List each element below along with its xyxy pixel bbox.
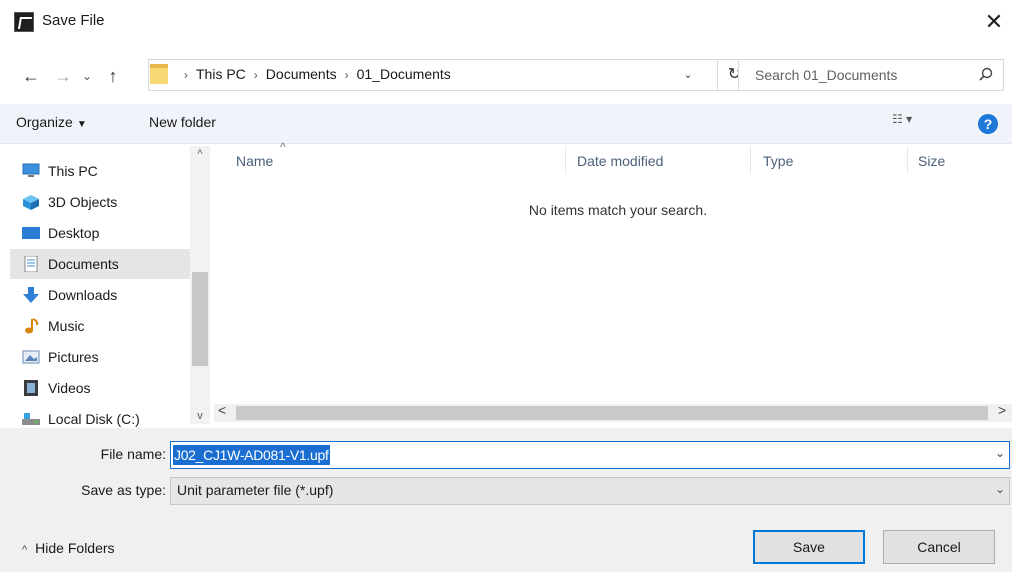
file-name-field[interactable]: J02_CJ1W-AD081-V1.upf ⌄ <box>170 441 1010 469</box>
file-name-label: File name: <box>100 446 166 462</box>
scroll-left-icon[interactable]: < <box>218 402 226 418</box>
sidebar-item-documents[interactable]: Documents <box>10 249 202 279</box>
cancel-button[interactable]: Cancel <box>883 530 995 564</box>
computer-icon <box>22 163 40 177</box>
desktop-icon <box>22 227 40 239</box>
view-options-button[interactable]: ☷ ▾ <box>892 112 936 136</box>
column-divider[interactable] <box>565 146 566 174</box>
sidebar-item-downloads[interactable]: Downloads <box>16 280 196 310</box>
breadcrumb-separator: › <box>184 68 188 82</box>
close-button[interactable]: ✕ <box>980 8 1008 36</box>
hide-folders-button[interactable]: ^ Hide Folders <box>22 540 115 556</box>
column-header-date-modified[interactable]: Date modified <box>577 153 663 169</box>
save-as-type-label: Save as type: <box>81 482 166 498</box>
hide-folders-label: Hide Folders <box>35 540 115 556</box>
sidebar-item-label: This PC <box>48 163 98 179</box>
chevron-down-icon: ▼ <box>76 119 87 130</box>
sidebar-item-label: Music <box>48 318 85 334</box>
new-folder-button[interactable]: New folder <box>149 114 216 130</box>
title-bar <box>0 0 1012 46</box>
navigation-pane: This PC 3D Objects Desktop Documents Dow… <box>0 146 212 427</box>
forward-button[interactable]: → <box>50 61 76 91</box>
sidebar-item-music[interactable]: Music <box>16 311 196 341</box>
sidebar-item-label: Downloads <box>48 287 118 303</box>
breadcrumb-separator[interactable]: › <box>345 68 349 82</box>
chevron-down-icon[interactable]: ⌄ <box>995 446 1005 460</box>
sidebar-item-label: Videos <box>48 380 91 396</box>
film-icon <box>24 380 38 396</box>
breadcrumb-separator[interactable]: › <box>254 68 258 82</box>
save-button[interactable]: Save <box>753 530 865 564</box>
column-header-name[interactable]: Name <box>236 153 273 169</box>
search-box <box>738 59 1004 91</box>
sidebar-item-label: Pictures <box>48 349 99 365</box>
pictures-icon <box>22 350 40 364</box>
document-icon <box>24 256 38 272</box>
sidebar-item-label: Desktop <box>48 225 100 241</box>
help-icon[interactable]: ? <box>978 114 998 134</box>
sidebar-item-this-pc[interactable]: This PC <box>16 156 196 186</box>
breadcrumb: › This PC › Documents › 01_Documents <box>176 66 451 82</box>
organize-label: Organize <box>16 114 73 130</box>
up-button[interactable]: ↑ <box>100 61 126 91</box>
column-divider[interactable] <box>750 146 751 174</box>
empty-list-message: No items match your search. <box>528 202 708 218</box>
folder-icon <box>150 64 168 84</box>
sidebar-item-pictures[interactable]: Pictures <box>16 342 196 372</box>
save-as-type-select[interactable]: Unit parameter file (*.upf) ⌄ <box>170 477 1010 505</box>
scroll-up-icon[interactable]: ^ <box>193 148 207 160</box>
breadcrumb-01-documents[interactable]: 01_Documents <box>357 66 451 82</box>
sidebar-item-desktop[interactable]: Desktop <box>16 218 196 248</box>
organize-button[interactable]: Organize ▼ <box>16 114 87 130</box>
back-button[interactable]: ← <box>18 61 44 91</box>
recent-locations-button[interactable]: ⌄ <box>78 61 96 91</box>
window-title: Save File <box>42 12 105 29</box>
drive-icon <box>22 413 40 425</box>
search-input[interactable] <box>755 60 975 90</box>
save-as-type-value: Unit parameter file (*.upf) <box>177 482 334 498</box>
horizontal-scrollbar-thumb[interactable] <box>236 406 988 420</box>
music-note-icon <box>25 318 39 334</box>
sidebar-item-label: Documents <box>48 256 119 272</box>
app-icon <box>14 12 34 32</box>
scroll-right-icon[interactable]: > <box>998 402 1006 418</box>
column-divider[interactable] <box>907 146 908 174</box>
sidebar-scrollbar-thumb[interactable] <box>192 272 208 366</box>
download-arrow-icon <box>23 287 39 303</box>
chevron-down-icon[interactable]: ⌄ <box>995 482 1005 496</box>
address-dropdown-button[interactable]: ⌄ <box>676 62 700 88</box>
breadcrumb-documents[interactable]: Documents <box>266 66 337 82</box>
chevron-up-icon: ^ <box>22 544 28 556</box>
sidebar-item-videos[interactable]: Videos <box>16 373 196 403</box>
column-header-size[interactable]: Size <box>918 153 945 169</box>
file-name-input-value[interactable]: J02_CJ1W-AD081-V1.upf <box>173 445 330 465</box>
sort-ascending-icon: ^ <box>280 140 286 154</box>
scroll-down-icon[interactable]: v <box>193 410 207 422</box>
column-header-type[interactable]: Type <box>763 153 793 169</box>
search-icon[interactable] <box>977 66 995 84</box>
breadcrumb-this-pc[interactable]: This PC <box>196 66 246 82</box>
